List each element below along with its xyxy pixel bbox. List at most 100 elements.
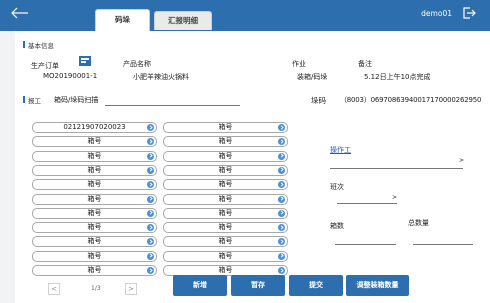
box-number-text: 箱号 [87,180,102,189]
box-number-text: 箱号 [87,251,102,260]
shift-arrow[interactable]: > [392,194,397,201]
box-right-10[interactable]: 箱号 [163,250,288,262]
box-number-text: 箱号 [218,151,233,160]
dropdown-icon[interactable] [278,152,285,160]
dropdown-icon[interactable] [278,138,285,146]
remark-label: 备注 [358,60,372,68]
box-number-text: 箱号 [87,223,102,232]
box-number-text: 箱号 [87,237,102,246]
box-left-8[interactable]: 箱号 [32,222,157,234]
box-number-text: 02121907020023 [63,123,126,131]
dropdown-icon[interactable] [278,181,285,189]
order-icon[interactable] [78,55,92,67]
username: demo01 [421,9,452,18]
dropdown-icon[interactable] [147,224,154,232]
dropdown-icon[interactable] [278,166,285,174]
submit-button[interactable]: 提交 [289,275,343,296]
page-indicator: 1/3 [91,285,101,292]
job-label: 作业 [292,60,306,68]
adjust-count-button[interactable]: 调整装箱数量 [346,275,409,296]
box-right-4[interactable]: 箱号 [163,164,288,176]
dropdown-icon[interactable] [147,267,154,274]
box-right-3[interactable]: 箱号 [163,150,288,162]
dropdown-icon[interactable] [147,238,154,246]
box-number-text: 箱号 [87,151,102,160]
box-right-7[interactable]: 箱号 [163,207,288,219]
order-value: MO20190001-1 [43,72,98,80]
prev-page-button[interactable]: < [48,283,60,295]
box-left-4[interactable]: 箱号 [32,164,157,176]
report-title: 报工 [23,95,41,105]
hold-button[interactable]: 暂存 [231,275,285,296]
dropdown-icon[interactable] [278,124,285,131]
basic-info-title: 基本信息 [23,40,54,50]
dropdown-icon[interactable] [147,138,154,146]
box-number-text: 箱号 [218,237,233,246]
box-number-text: 箱号 [87,208,102,217]
box-right-5[interactable]: 箱号 [163,179,288,191]
dropdown-icon[interactable] [147,152,154,160]
dropdown-icon[interactable] [147,124,154,131]
scan-input[interactable] [105,105,240,106]
logout-icon[interactable] [462,6,476,20]
box-number-text: 箱号 [87,137,102,146]
box-number-text: 箱号 [87,194,102,203]
box-count-label: 箱数 [330,222,344,230]
box-number-text: 箱号 [218,208,233,217]
box-number-text: 箱号 [218,180,233,189]
box-number-text: 箱号 [218,194,233,203]
dropdown-icon[interactable] [278,209,285,217]
box-left-9[interactable]: 箱号 [32,236,157,248]
pallet-value: （8003）06970863940017170000262950 [340,96,482,104]
box-number-text: 箱号 [218,137,233,146]
dropdown-icon[interactable] [278,224,285,232]
dropdown-icon[interactable] [278,238,285,246]
dropdown-icon[interactable] [278,195,285,203]
box-number-text: 箱号 [218,251,233,260]
box-left-2[interactable]: 箱号 [32,136,157,148]
tab-report-detail[interactable]: 汇报明细 [154,11,212,30]
dropdown-icon[interactable] [147,209,154,217]
box-count-field[interactable] [335,244,396,245]
job-value: 装箱/码垛 [297,73,328,81]
box-number-text: 箱号 [87,266,102,274]
next-page-button[interactable]: > [125,283,137,295]
main-panel: 基本信息 生产订单 MO20190001-1 产品名称 小肥羊辣油火锅料 作业 … [15,31,490,303]
box-left-5[interactable]: 箱号 [32,179,157,191]
total-label: 总数量 [408,219,429,227]
scan-label: 箱码/垛码扫描 [54,96,99,104]
box-right-8[interactable]: 箱号 [163,222,288,234]
box-left-7[interactable]: 箱号 [32,207,157,219]
dropdown-icon[interactable] [147,252,154,260]
tab-palletize[interactable]: 码垛 [95,9,150,31]
add-button[interactable]: 新增 [173,275,227,296]
box-left-11[interactable]: 箱号 [32,265,157,276]
box-right-6[interactable]: 箱号 [163,193,288,205]
box-number-text: 箱号 [218,165,233,174]
dropdown-icon[interactable] [147,195,154,203]
dropdown-icon[interactable] [147,181,154,189]
operator-arrow[interactable]: > [459,157,464,164]
box-number-text: 箱号 [218,266,233,274]
operator-link[interactable]: 操作工 [330,145,351,155]
dropdown-icon[interactable] [278,267,285,274]
back-arrow-icon[interactable] [10,6,30,20]
box-number-text: 箱号 [87,165,102,174]
top-header: 码垛 汇报明细 demo01 [0,0,490,31]
box-right-9[interactable]: 箱号 [163,236,288,248]
box-left-1[interactable]: 02121907020023 [32,122,157,133]
product-label: 产品名称 [123,60,151,68]
dropdown-icon[interactable] [278,252,285,260]
product-value: 小肥羊辣油火锅料 [133,73,189,81]
dropdown-icon[interactable] [147,166,154,174]
box-left-3[interactable]: 箱号 [32,150,157,162]
pallet-label: 垛码 [311,96,326,105]
box-number-text: 箱号 [218,223,233,232]
box-right-2[interactable]: 箱号 [163,136,288,148]
box-left-6[interactable]: 箱号 [32,193,157,205]
box-left-10[interactable]: 箱号 [32,250,157,262]
operator-field[interactable] [330,168,463,169]
box-right-1[interactable]: 箱号 [163,122,288,133]
shift-field[interactable] [337,203,397,204]
total-field [413,244,473,245]
